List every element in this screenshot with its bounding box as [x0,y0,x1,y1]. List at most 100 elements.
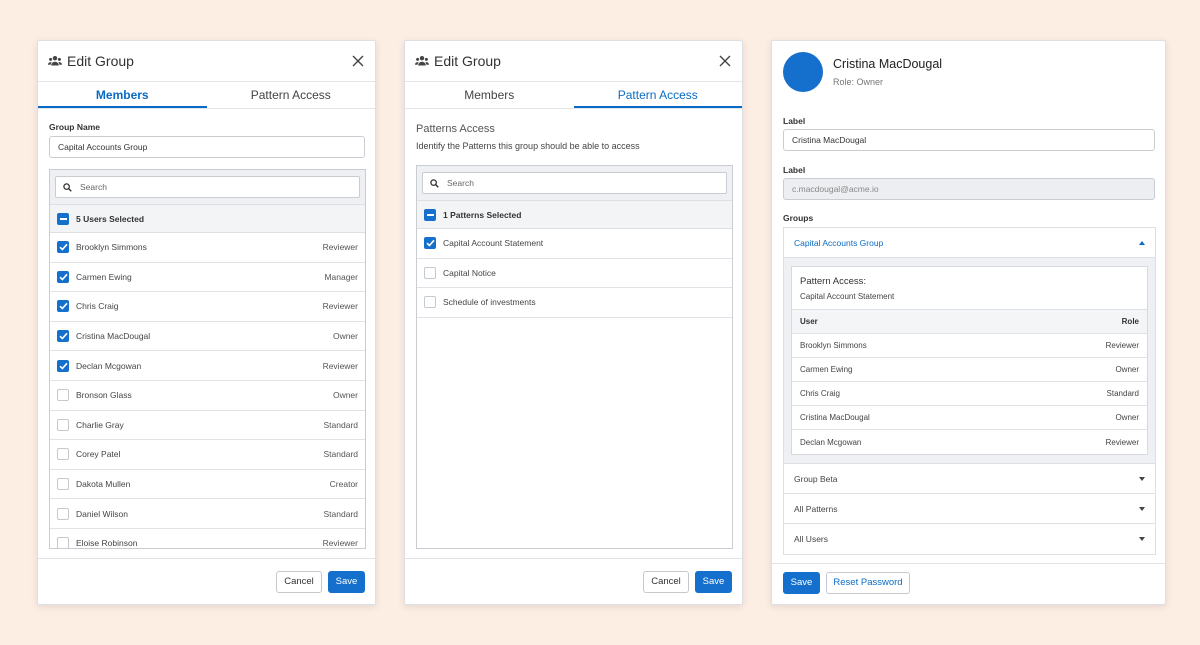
member-name: Eloise Robinson [76,538,138,549]
edit-group-pattern-dialog: Edit Group Members Pattern Access Patter… [404,40,743,605]
search-container: Search [50,170,365,205]
member-role: Creator [329,479,358,490]
tab-bar: Members Pattern Access [38,81,375,109]
check-icon [58,332,68,340]
member-checkbox[interactable] [57,359,69,372]
member-row[interactable]: Eloise Robinson Reviewer [50,529,365,549]
collapsed-groups: Group Beta All Patterns All Users [784,464,1155,554]
pattern-row[interactable]: Capital Notice [417,259,732,289]
member-checkbox[interactable] [57,418,69,431]
check-icon [58,362,68,370]
member-role: Standard [323,419,359,430]
search-placeholder: Search [447,178,474,188]
close-icon[interactable] [717,53,733,69]
pattern-checkbox[interactable] [424,296,436,309]
member-row[interactable]: Bronson Glass Owner [50,381,365,411]
cancel-button[interactable]: Cancel [276,571,322,593]
tab-members[interactable]: Members [38,82,207,108]
save-button[interactable]: Save [783,572,820,594]
pattern-checkbox[interactable] [424,237,436,250]
member-name: Declan Mcgowan [76,360,142,371]
member-checkbox[interactable] [57,537,69,548]
users-icon [415,55,429,67]
pattern-checkbox[interactable] [424,266,436,279]
pattern-name: Schedule of investments [443,297,536,308]
user-profile-panel: Cristina MacDougal Role: Owner Label Cri… [771,40,1166,605]
section-title: Patterns Access [416,123,495,135]
member-role: Standard [323,449,359,460]
table-row: Declan Mcgowan Reviewer [792,430,1147,454]
group-name: All Users [794,534,829,544]
column-header-role: Role [1121,317,1139,326]
select-all-row[interactable]: 5 Users Selected [50,205,365,233]
search-container: Search [417,166,732,201]
member-role: Owner [332,331,358,342]
group-row[interactable]: All Users [784,524,1155,554]
member-row[interactable]: Dakota Mullen Creator [50,470,365,500]
group-detail-card: Pattern Access: Capital Account Statemen… [791,266,1148,455]
pattern-row[interactable]: Capital Account Statement [417,229,732,259]
member-name: Chris Craig [76,301,119,312]
member-row[interactable]: Charlie Gray Standard [50,411,365,441]
member-row[interactable]: Chris Craig Reviewer [50,292,365,322]
pattern-access-value: Capital Account Statement [800,292,895,301]
member-checkbox[interactable] [57,330,69,343]
table-row: Cristina MacDougal Owner [792,406,1147,430]
dialog-footer: Cancel Save [405,558,742,604]
tab-pattern-access[interactable]: Pattern Access [573,82,742,108]
members-rows: Brooklyn Simmons Reviewer Carmen Ewing Mana… [50,233,365,549]
member-checkbox[interactable] [57,507,69,520]
member-name: Dakota Mullen [76,479,131,490]
pattern-row[interactable]: Schedule of investments [417,288,732,318]
pattern-name: Capital Notice [443,267,496,278]
group-capital-accounts[interactable]: Capital Accounts Group [784,228,1155,258]
row-user: Chris Craig [800,389,841,398]
pattern-name: Capital Account Statement [443,238,544,249]
group-name: Capital Accounts Group [794,237,884,248]
panel-footer: Save Reset Password [772,563,1165,604]
member-row[interactable]: Cristina MacDougal Owner [50,322,365,352]
member-checkbox[interactable] [57,478,69,491]
member-name: Brooklyn Simmons [76,242,147,253]
search-placeholder: Search [80,182,107,192]
member-checkbox[interactable] [57,241,69,254]
group-users-table: Brooklyn Simmons Reviewer Carmen Ewing Owne… [792,334,1147,454]
member-row[interactable]: Daniel Wilson Standard [50,499,365,529]
group-name: All Patterns [794,503,838,514]
member-role: Standard [323,508,359,519]
dialog-footer: Cancel Save [38,558,375,604]
dialog-title: Edit Group [67,53,134,69]
save-button[interactable]: Save [695,571,732,593]
reset-password-button[interactable]: Reset Password [826,572,910,594]
section-description: Identify the Patterns this group should … [416,141,640,151]
member-checkbox[interactable] [57,270,69,283]
member-row[interactable]: Brooklyn Simmons Reviewer [50,233,365,263]
close-icon[interactable] [350,53,366,69]
member-row[interactable]: Declan Mcgowan Reviewer [50,351,365,381]
patterns-list: Search 1 Patterns Selected Capital Accou… [416,165,733,549]
cancel-button[interactable]: Cancel [643,571,689,593]
chevron-down-icon [1139,537,1145,541]
member-row[interactable]: Corey Patel Standard [50,440,365,470]
save-button[interactable]: Save [328,571,365,593]
member-checkbox[interactable] [57,448,69,461]
tab-members[interactable]: Members [405,82,574,108]
search-input[interactable]: Search [422,172,727,194]
group-row[interactable]: Group Beta [784,464,1155,494]
search-input[interactable]: Search [55,176,360,198]
group-row[interactable]: All Patterns [784,494,1155,524]
select-all-checkbox[interactable] [57,212,69,225]
member-row[interactable]: Carmen Ewing Manager [50,263,365,293]
column-header-user: User [800,317,818,326]
check-icon [58,244,68,251]
dialog-header: Edit Group [38,41,375,81]
member-checkbox[interactable] [57,389,69,402]
member-checkbox[interactable] [57,300,69,313]
group-name-input[interactable]: Capital Accounts Group [49,136,365,158]
tab-pattern-access[interactable]: Pattern Access [207,82,376,108]
row-role: Owner [1115,365,1139,374]
user-role: Role: Owner [833,77,884,87]
select-all-row[interactable]: 1 Patterns Selected [417,201,732,229]
select-all-checkbox[interactable] [424,208,436,221]
name-input[interactable]: Cristina MacDougal [783,129,1155,151]
